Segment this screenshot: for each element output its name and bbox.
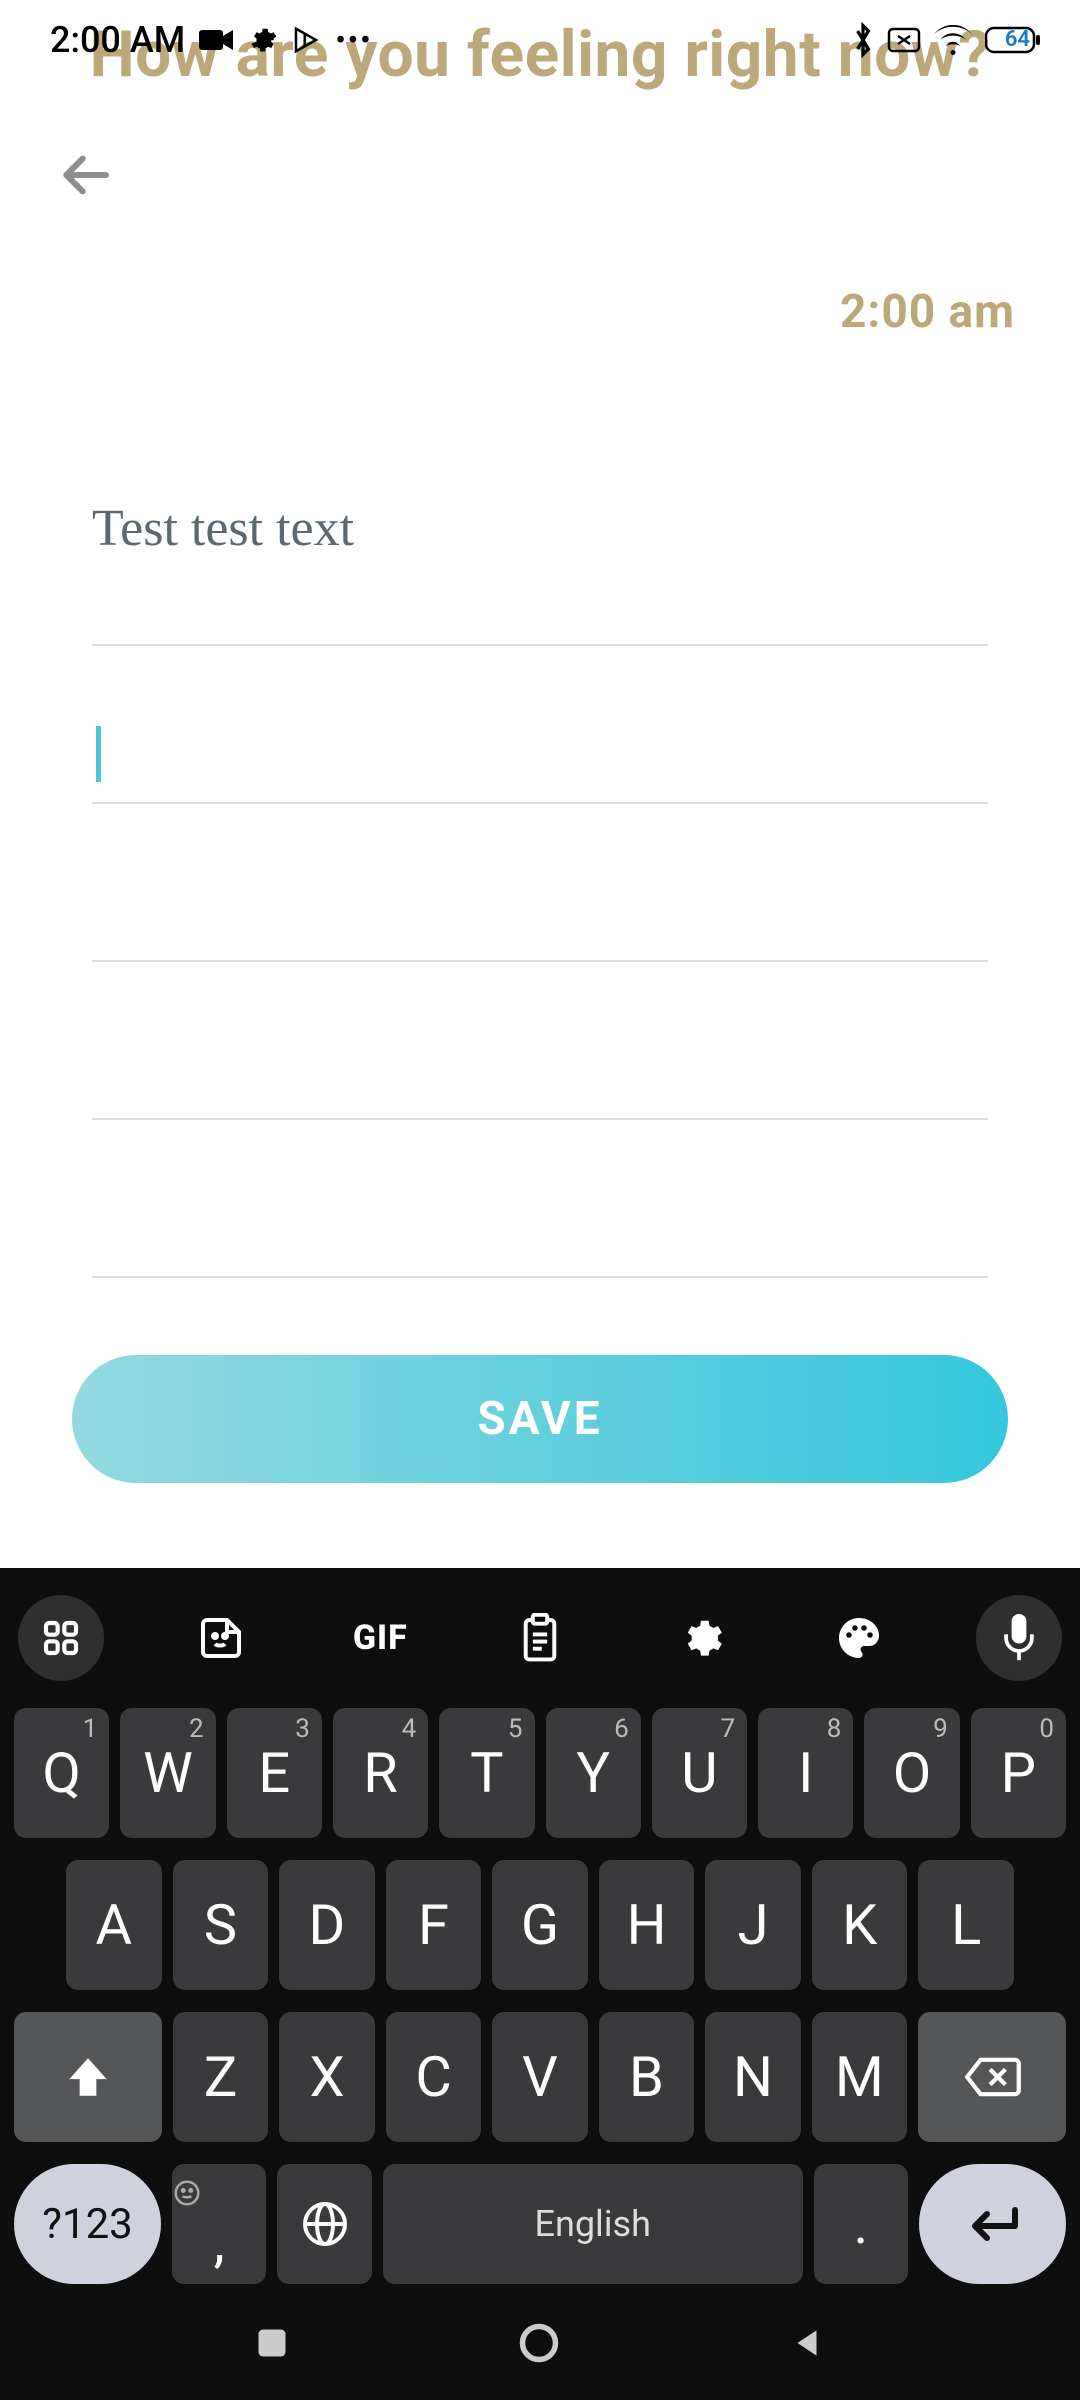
key-v[interactable]: V [492, 2012, 587, 2142]
key-o[interactable]: 9O [864, 1708, 959, 1838]
key-p[interactable]: 0P [971, 1708, 1066, 1838]
back-nav-button[interactable] [788, 2324, 826, 2366]
shift-icon [63, 2052, 113, 2102]
keyboard-row-3: ZXCVBNM [14, 2012, 1066, 2142]
note-text-content: Test test text [92, 490, 988, 568]
theme-button[interactable] [816, 1595, 902, 1681]
data-off-icon [887, 25, 921, 55]
video-icon [199, 28, 233, 52]
home-button[interactable] [517, 2321, 561, 2369]
back-button[interactable] [50, 140, 120, 210]
grid-icon [41, 1618, 81, 1658]
status-right: 64 [851, 22, 1030, 58]
palette-icon [835, 1614, 883, 1662]
wifi-icon [933, 25, 973, 55]
battery-icon: 64 [985, 25, 1030, 55]
play-icon [291, 25, 321, 55]
keyboard-row-2: ASDFGHJKL [14, 1860, 1066, 1990]
gif-label: GIF [353, 1618, 408, 1658]
keyboard-row-1: 1Q2W3E4R5T6Y7U8I9O0P [14, 1708, 1066, 1838]
language-key[interactable] [277, 2164, 371, 2284]
globe-icon [301, 2200, 349, 2248]
keyboard: GIF 1Q2W3E4R5T6Y7U8I9O0P ASDFGHJKL ZXCVB… [0, 1568, 1080, 2400]
key-b[interactable]: B [599, 2012, 694, 2142]
key-g[interactable]: G [492, 1860, 588, 1990]
backspace-key[interactable] [918, 2012, 1066, 2142]
bluetooth-icon [851, 22, 875, 58]
clipboard-icon [518, 1613, 562, 1663]
text-cursor [96, 726, 101, 782]
space-key[interactable]: English [383, 2164, 803, 2284]
key-d[interactable]: D [279, 1860, 375, 1990]
gear-icon [677, 1615, 723, 1661]
key-e[interactable]: 3E [227, 1708, 322, 1838]
status-bar: 2:00 AM ••• 64 [0, 0, 1080, 80]
sticker-button[interactable] [178, 1595, 264, 1681]
save-button[interactable]: SAVE [72, 1355, 1008, 1483]
status-left: 2:00 AM ••• [50, 19, 373, 61]
circle-icon [517, 2321, 561, 2365]
key-s[interactable]: S [173, 1860, 269, 1990]
key-z[interactable]: Z [173, 2012, 268, 2142]
emoji-icon [172, 2178, 202, 2208]
key-u[interactable]: 7U [652, 1708, 747, 1838]
note-line [92, 962, 988, 1120]
gear-icon [247, 25, 277, 55]
key-k[interactable]: K [812, 1860, 908, 1990]
clipboard-button[interactable] [497, 1595, 583, 1681]
key-i[interactable]: 8I [758, 1708, 853, 1838]
key-j[interactable]: J [705, 1860, 801, 1990]
keyboard-row-4: ?123 , English . [14, 2164, 1066, 2284]
navigation-bar [0, 2290, 1080, 2400]
key-n[interactable]: N [705, 2012, 800, 2142]
note-line [92, 1120, 988, 1278]
recent-apps-button[interactable] [254, 2325, 290, 2365]
keyboard-toolbar: GIF [0, 1568, 1080, 1708]
key-q[interactable]: 1Q [14, 1708, 109, 1838]
shift-key[interactable] [14, 2012, 162, 2142]
battery-level: 64 [1005, 27, 1030, 52]
period-key[interactable]: . [814, 2164, 908, 2284]
note-line [92, 804, 988, 962]
entry-timestamp: 2:00 am [840, 285, 1015, 339]
key-y[interactable]: 6Y [546, 1708, 641, 1838]
settings-button[interactable] [657, 1595, 743, 1681]
apps-button[interactable] [18, 1595, 104, 1681]
status-time: 2:00 AM [50, 19, 185, 61]
arrow-left-icon [57, 147, 113, 203]
sticker-icon [197, 1614, 245, 1662]
note-line [92, 646, 988, 804]
symbols-key[interactable]: ?123 [14, 2164, 161, 2284]
comma-key[interactable]: , [172, 2164, 266, 2284]
save-button-label: SAVE [477, 1392, 602, 1446]
key-c[interactable]: C [386, 2012, 481, 2142]
backspace-icon [963, 2056, 1021, 2098]
key-l[interactable]: L [918, 1860, 1014, 1990]
enter-key[interactable] [919, 2164, 1066, 2284]
key-x[interactable]: X [279, 2012, 374, 2142]
key-h[interactable]: H [599, 1860, 695, 1990]
key-t[interactable]: 5T [439, 1708, 534, 1838]
mic-icon [1001, 1614, 1037, 1662]
key-m[interactable]: M [812, 2012, 907, 2142]
key-f[interactable]: F [386, 1860, 482, 1990]
key-w[interactable]: 2W [120, 1708, 215, 1838]
enter-icon [965, 2204, 1021, 2244]
triangle-left-icon [788, 2324, 826, 2362]
key-a[interactable]: A [66, 1860, 162, 1990]
key-r[interactable]: 4R [333, 1708, 428, 1838]
mic-button[interactable] [976, 1595, 1062, 1681]
note-line [92, 576, 988, 646]
square-icon [254, 2325, 290, 2361]
gif-button[interactable]: GIF [337, 1595, 423, 1681]
more-dots-icon: ••• [335, 23, 372, 58]
